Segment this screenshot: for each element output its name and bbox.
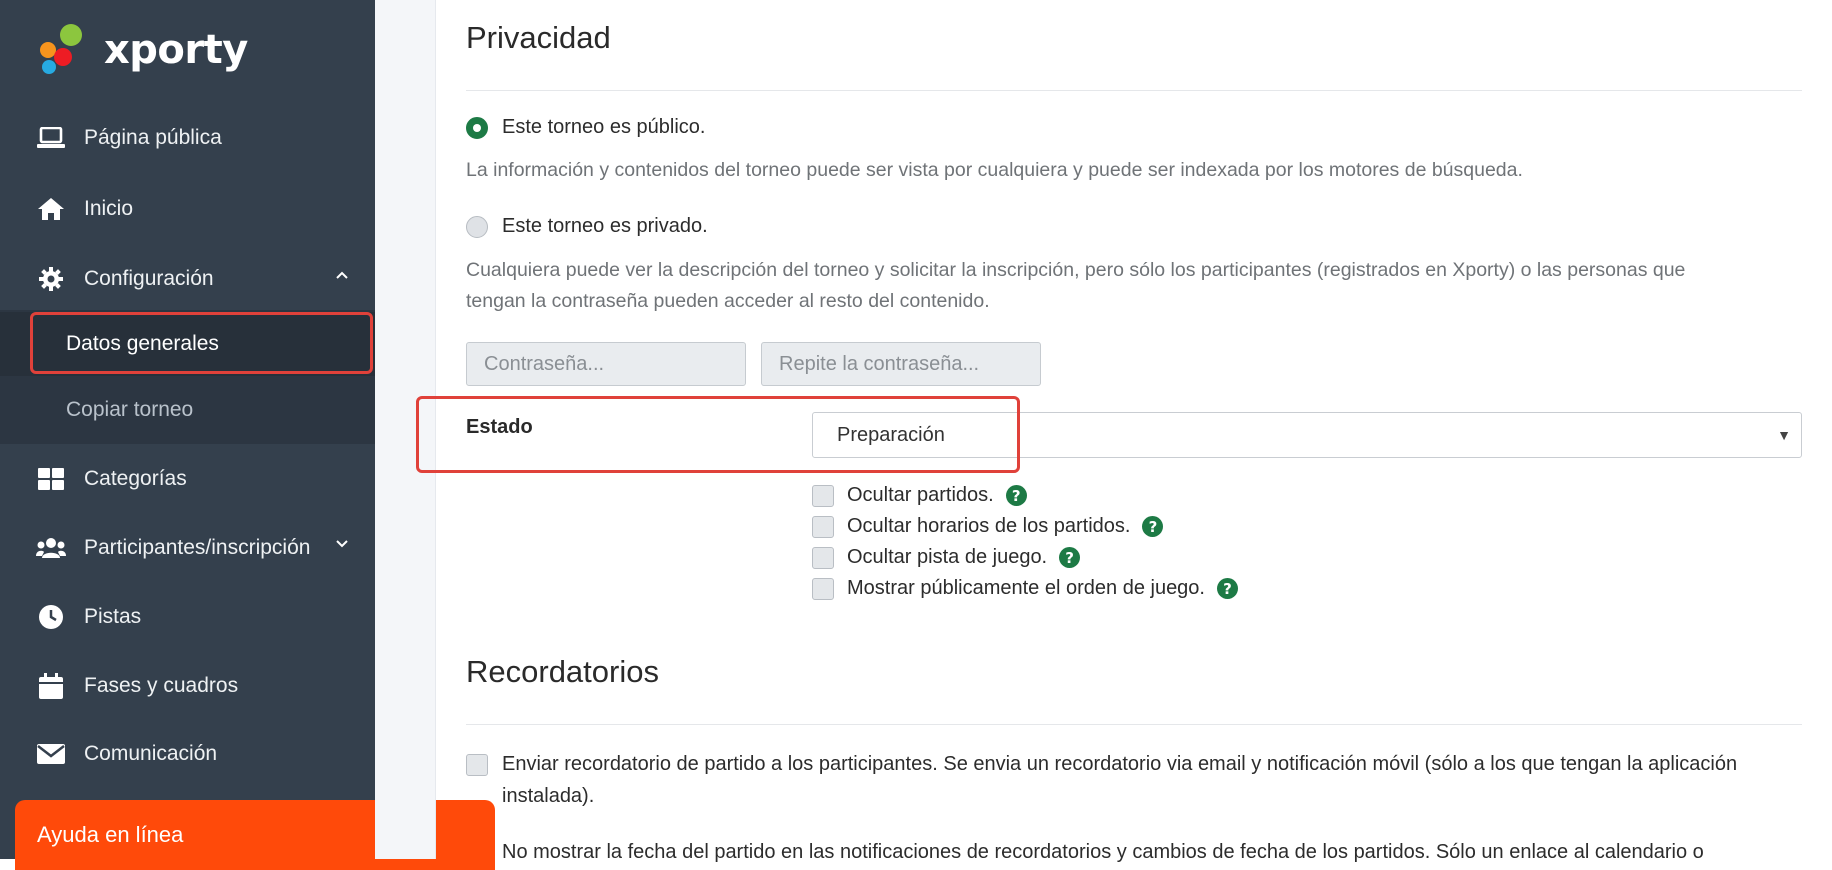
option-label: Ocultar partidos. bbox=[847, 484, 994, 506]
laptop-icon bbox=[36, 123, 66, 153]
public-radio[interactable] bbox=[466, 116, 488, 139]
help-question-icon[interactable]: ? bbox=[1142, 516, 1164, 537]
sidebar-item-label: Categorías bbox=[84, 467, 187, 490]
highlight-box bbox=[30, 312, 373, 374]
chevron-up-icon bbox=[335, 267, 349, 285]
sidebar-item-courts[interactable]: Pistas bbox=[0, 583, 375, 651]
reminders-title: Recordatorios bbox=[466, 654, 659, 689]
private-description-line2: tengan la contraseña pueden acceder al r… bbox=[466, 290, 990, 312]
show-order-checkbox[interactable] bbox=[812, 577, 834, 600]
main-content: Privacidad Este torneo es público. La in… bbox=[416, 0, 1832, 863]
public-description: La información y contenidos del torneo p… bbox=[466, 159, 1523, 181]
sidebar-item-participants[interactable]: Participantes/inscripción bbox=[0, 514, 375, 582]
highlight-box bbox=[416, 396, 1020, 473]
hide-schedules-checkbox[interactable] bbox=[812, 515, 834, 538]
sidebar-item-public-page[interactable]: Página pública bbox=[0, 104, 375, 172]
logo-mark-icon bbox=[38, 22, 96, 78]
sidebar-subitem-label: Copiar torneo bbox=[66, 398, 194, 421]
send-reminder-line2: instalada). bbox=[502, 785, 595, 807]
private-option[interactable]: Este torneo es privado. bbox=[466, 215, 708, 238]
brand-logo[interactable]: xporty bbox=[38, 22, 248, 78]
password-input[interactable] bbox=[466, 342, 746, 386]
send-reminder-option[interactable] bbox=[466, 754, 488, 776]
hide-court-option[interactable]: Ocultar pista de juego. ? bbox=[812, 546, 1081, 569]
sidebar-item-phases[interactable]: Fases y cuadros bbox=[0, 652, 375, 720]
hide-matches-option[interactable]: Ocultar partidos. ? bbox=[812, 484, 1027, 507]
dropdown-arrow-icon: ▼ bbox=[1777, 427, 1791, 443]
sidebar-item-label: Inicio bbox=[84, 197, 134, 220]
grid-icon bbox=[36, 464, 66, 494]
help-question-icon[interactable]: ? bbox=[1059, 547, 1081, 568]
send-reminder-line1: Enviar recordatorio de partido a los par… bbox=[502, 753, 1738, 775]
sidebar-item-home[interactable]: Inicio bbox=[0, 175, 375, 243]
divider bbox=[466, 724, 1802, 725]
privacy-title: Privacidad bbox=[466, 20, 611, 55]
public-option[interactable]: Este torneo es público. bbox=[466, 116, 705, 139]
sidebar-item-label: Fases y cuadros bbox=[84, 674, 239, 697]
sidebar-item-label: Pistas bbox=[84, 605, 142, 628]
private-radio[interactable] bbox=[466, 215, 488, 238]
sidebar-item-communication[interactable]: Comunicación bbox=[0, 720, 375, 788]
sidebar-item-configuration[interactable]: Configuración bbox=[0, 245, 375, 313]
sidebar-subitem-copy-tournament[interactable]: Copiar torneo bbox=[0, 378, 375, 442]
hide-court-checkbox[interactable] bbox=[812, 546, 834, 569]
hide-matches-checkbox[interactable] bbox=[812, 484, 834, 507]
no-date-text: No mostrar la fecha del partido en las n… bbox=[502, 841, 1704, 863]
gear-icon bbox=[36, 264, 66, 294]
option-label: Ocultar pista de juego. bbox=[847, 546, 1048, 568]
sidebar-item-label: Página pública bbox=[84, 126, 222, 149]
clock-icon bbox=[36, 602, 66, 632]
brand-name: xporty bbox=[104, 27, 248, 73]
divider bbox=[466, 90, 1802, 91]
send-reminder-checkbox[interactable] bbox=[466, 754, 488, 776]
sidebar-item-label: Comunicación bbox=[84, 742, 218, 765]
help-question-icon[interactable]: ? bbox=[1005, 485, 1027, 506]
help-question-icon[interactable]: ? bbox=[1217, 578, 1238, 599]
envelope-icon bbox=[36, 739, 66, 769]
home-icon bbox=[36, 194, 66, 224]
show-order-option[interactable]: Mostrar públicamente el orden de juego. … bbox=[812, 577, 1238, 600]
private-description-line1: Cualquiera puede ver la descripción del … bbox=[466, 259, 1686, 281]
public-option-label: Este torneo es público. bbox=[502, 116, 706, 138]
users-icon bbox=[36, 533, 66, 563]
option-label: Ocultar horarios de los partidos. bbox=[847, 515, 1131, 537]
sidebar-item-label: Configuración bbox=[84, 267, 214, 290]
option-label: Mostrar públicamente el orden de juego. bbox=[847, 577, 1205, 599]
sidebar: xporty Página pública Inicio Configuraci… bbox=[0, 0, 495, 870]
sidebar-item-label: Participantes/inscripción bbox=[84, 536, 311, 559]
hide-schedules-option[interactable]: Ocultar horarios de los partidos. ? bbox=[812, 515, 1164, 538]
sidebar-item-categories[interactable]: Categorías bbox=[0, 445, 375, 513]
calendar-icon bbox=[36, 671, 66, 701]
private-option-label: Este torneo es privado. bbox=[502, 215, 708, 237]
chevron-down-icon bbox=[335, 536, 349, 554]
password-repeat-input[interactable] bbox=[761, 342, 1041, 386]
